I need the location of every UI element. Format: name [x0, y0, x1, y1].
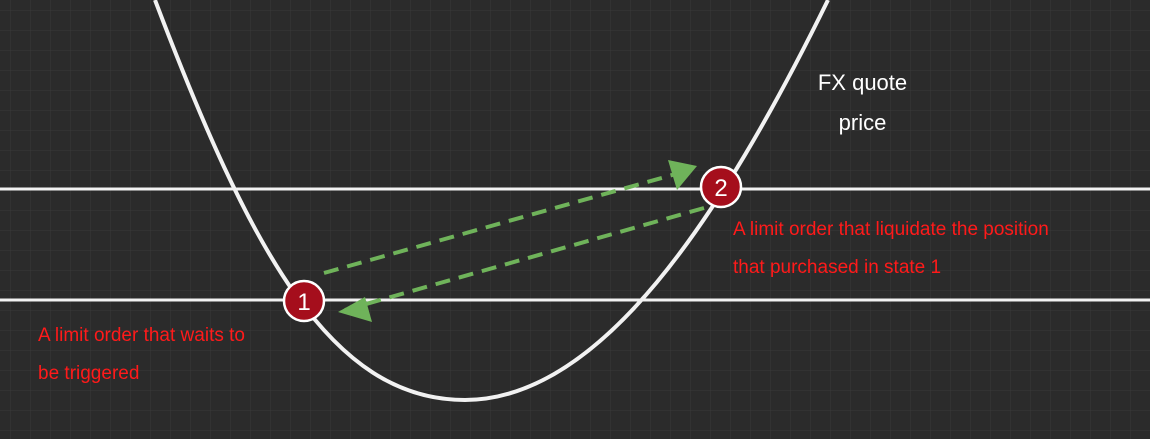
diagram-canvas: 1 2 FX quote price A limit order that li… [0, 0, 1150, 439]
marker-2-label: 2 [714, 175, 727, 202]
curve-label-line-2: price [838, 110, 887, 135]
marker-2: 2 [699, 165, 743, 209]
state1-annotation-line-1: A limit order that waits to [38, 325, 245, 346]
marker-1-label: 1 [297, 289, 310, 316]
state2-annotation: A limit order that liquidate the positio… [733, 211, 1049, 287]
curve-label-line-1: FX quote [817, 70, 908, 95]
state2-annotation-line-2: that purchased in state 1 [733, 257, 942, 278]
state2-annotation-line-1: A limit order that liquidate the positio… [733, 219, 1049, 240]
curve-label: FX quote price [790, 63, 935, 143]
marker-1: 1 [282, 279, 326, 323]
state1-annotation: A limit order that waits to be triggered [38, 317, 245, 393]
state1-annotation-line-2: be triggered [38, 363, 140, 384]
